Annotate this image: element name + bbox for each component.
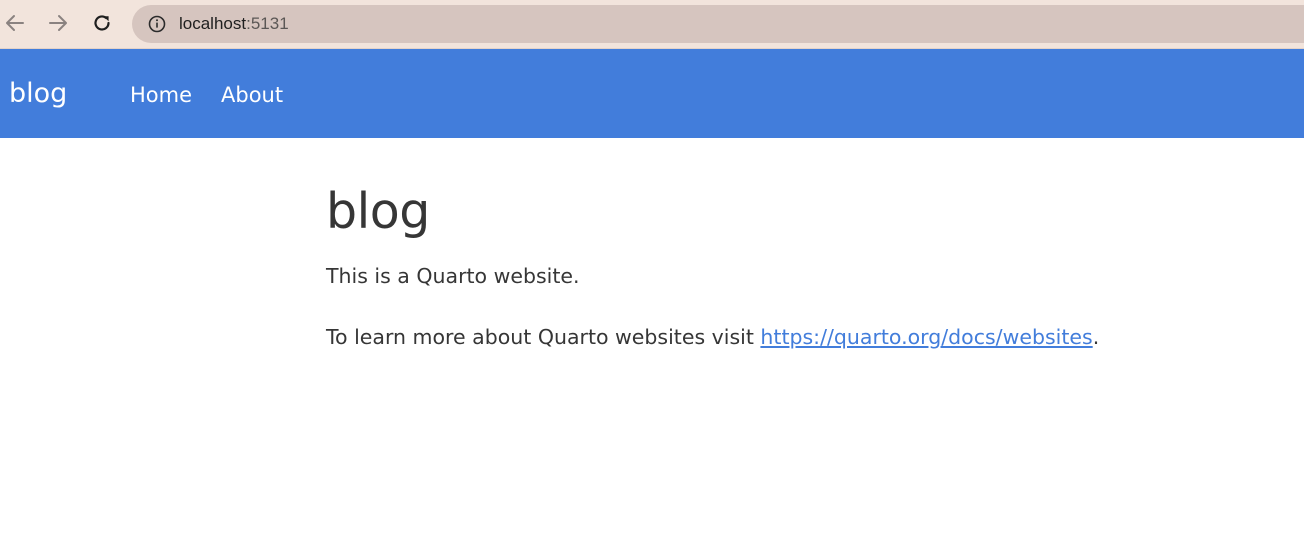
forward-button[interactable]: [44, 9, 72, 37]
arrow-left-icon: [6, 15, 24, 31]
site-navbar: blog Home About: [0, 49, 1304, 138]
url-text[interactable]: localhost:5131: [179, 5, 289, 43]
learn-more-prefix: To learn more about Quarto websites visi…: [326, 325, 761, 349]
learn-more-text: To learn more about Quarto websites visi…: [326, 322, 1226, 352]
arrow-right-icon: [49, 15, 67, 31]
url-port: :5131: [246, 14, 289, 33]
nav-link-home[interactable]: Home: [130, 49, 192, 138]
address-bar[interactable]: localhost:5131: [132, 5, 1304, 43]
brand-link[interactable]: blog: [9, 49, 67, 138]
main-content: blog This is a Quarto website. To learn …: [326, 138, 1226, 352]
reload-button[interactable]: [88, 9, 116, 37]
intro-text: This is a Quarto website.: [326, 264, 580, 288]
info-icon[interactable]: [148, 15, 166, 33]
learn-more-suffix: .: [1092, 325, 1100, 349]
browser-toolbar: localhost:5131: [0, 0, 1304, 49]
quarto-docs-link[interactable]: https://quarto.org/docs/websites: [760, 325, 1092, 349]
reload-icon: [94, 15, 110, 31]
page-title: blog: [326, 183, 430, 240]
url-host: localhost: [179, 14, 247, 33]
nav-link-about[interactable]: About: [221, 49, 283, 138]
back-button[interactable]: [1, 9, 29, 37]
